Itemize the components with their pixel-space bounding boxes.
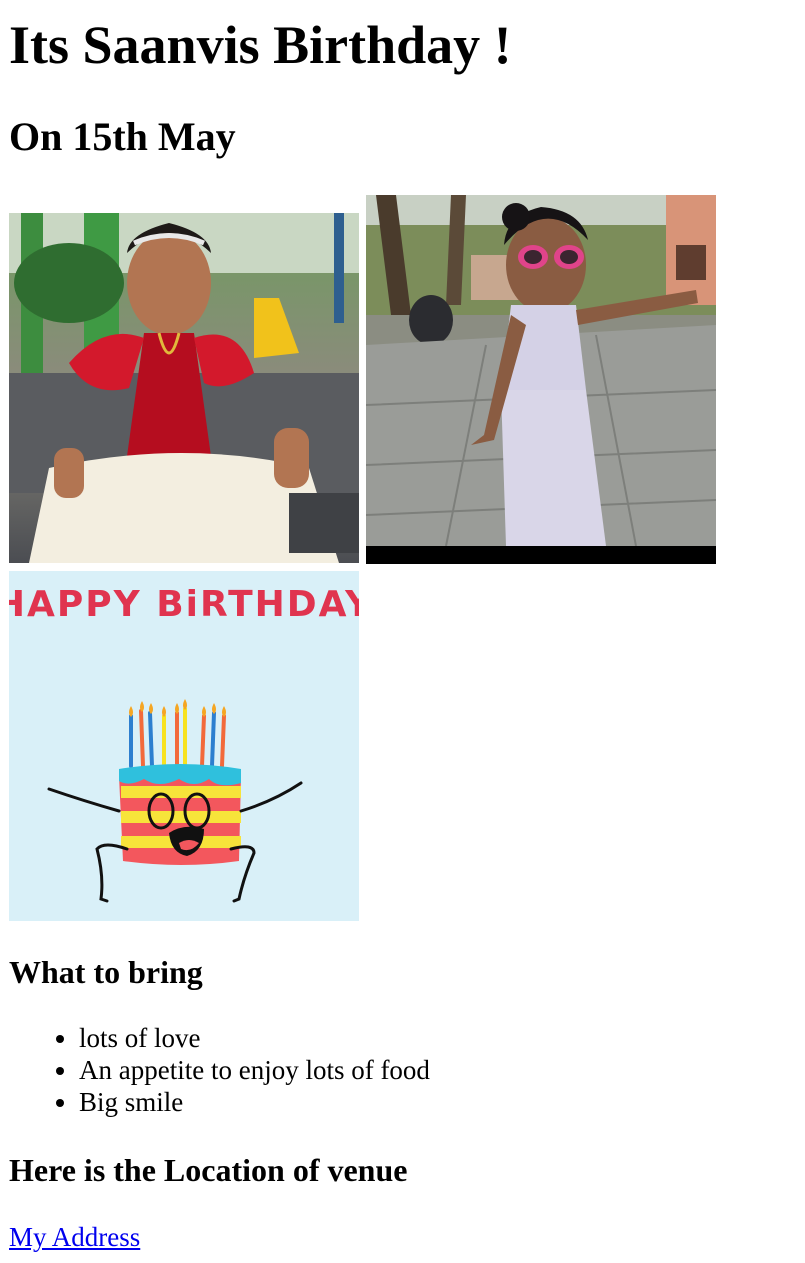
list-item: An appetite to enjoy lots of food xyxy=(79,1054,430,1086)
photo-saanvi-sunglasses xyxy=(366,195,716,564)
photo-saanvi-red-dress xyxy=(9,213,359,563)
page-title: Its Saanvis Birthday ! xyxy=(9,15,512,75)
event-date: On 15th May xyxy=(9,114,236,159)
list-item: lots of love xyxy=(79,1022,430,1054)
address-link[interactable]: My Address xyxy=(9,1221,140,1253)
happy-birthday-card: HAPPY BiRTHDAY xyxy=(9,571,359,921)
what-to-bring-heading: What to bring xyxy=(9,954,203,990)
birthday-cake-illustration xyxy=(47,699,303,903)
venue-heading: Here is the Location of venue xyxy=(9,1152,408,1188)
card-text: HAPPY BiRTHDAY xyxy=(9,584,359,625)
list-item: Big smile xyxy=(79,1086,430,1118)
bring-list: lots of love An appetite to enjoy lots o… xyxy=(9,1022,430,1118)
